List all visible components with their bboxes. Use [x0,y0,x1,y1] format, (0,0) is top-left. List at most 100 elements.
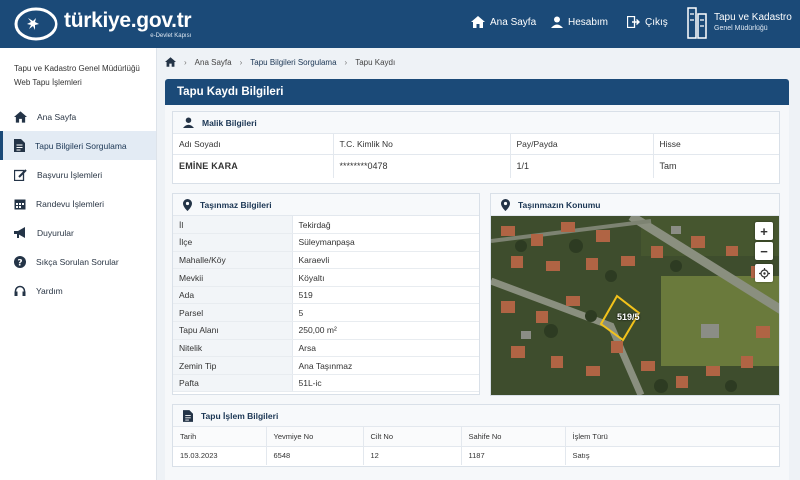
property-value: Süleymanpaşa [292,233,479,252]
breadcrumb-deed-query[interactable]: Tapu Bilgileri Sorgulama [250,58,336,67]
table-row: Zemin Tip Ana Taşınmaz [173,356,479,375]
property-value: Karaevli [292,251,479,270]
brand-title: türkiye.gov.tr [64,8,192,32]
sidebar-item-announcements[interactable]: Duyurular [0,218,156,247]
zoom-out-button[interactable]: − [755,242,773,260]
owner-portion: Tam [659,161,677,172]
property-value: 51L-ic [292,374,479,393]
megaphone-icon [14,226,25,238]
sidebar-item-label: Tapu Bilgileri Sorgulama [35,140,127,151]
satellite-map[interactable]: 519/5 + − [491,216,779,395]
property-value: 519 [292,286,479,305]
crescent-logo-icon [14,6,60,42]
transaction-page-no: 1187 [461,446,566,465]
page-title: Tapu Kaydı Bilgileri [165,79,789,105]
sidebar-item-label: Ana Sayfa [37,111,77,122]
table-row: Mahalle/Köy Karaevli [173,251,479,270]
user-icon [551,16,563,28]
user-icon [183,117,194,128]
location-section-title: Taşınmazın Konumu [518,199,601,210]
tkgm-emblem-icon [687,7,707,39]
owner-panel-header: Malik Bilgileri [173,112,779,134]
table-row: Mevkii Köyaltı [173,268,479,287]
locate-button[interactable] [755,264,773,282]
owner-id: ********0478 [333,154,511,178]
transactions-section-title: Tapu İşlem Bilgileri [201,410,279,421]
transaction-journal-no: 6548 [266,446,364,465]
transaction-date: 15.03.2023 [173,446,267,465]
nav-account-link[interactable]: Hesabım [551,16,608,28]
document-icon [183,409,193,422]
transaction-type: Satış [572,451,590,461]
column-header: Cilt No [363,427,462,447]
sidebar-item-applications[interactable]: Başvuru İşlemleri [0,160,156,189]
table-row: İl Tekirdağ [173,216,479,235]
property-value: Ana Taşınmaz [292,356,479,375]
owner-section-title: Malik Bilgileri [202,117,257,128]
brand-subtitle: e-Devlet Kapısı [150,32,192,39]
property-key: İlçe [173,233,293,252]
property-table: İl Tekirdağ İlçe Süleymanpaşa Mahalle/Köy K… [173,216,479,393]
nav-logout-link[interactable]: Çıkış [627,16,668,28]
breadcrumb-separator: › [184,57,187,67]
zoom-in-button[interactable]: + [755,222,773,240]
sidebar-item-help[interactable]: Yardım [0,276,156,305]
location-panel: Taşınmazın Konumu 519/5 + − [490,193,780,396]
tkgm-subtitle: Genel Müdürlüğü [714,25,768,32]
map-imagery [491,216,779,395]
location-pin-icon [501,198,510,211]
property-panel-header: Taşınmaz Bilgileri [173,194,479,216]
location-pin-icon [183,198,192,211]
home-icon[interactable] [165,57,176,67]
sidebar-item-deed-query[interactable]: Tapu Bilgileri Sorgulama [0,131,156,160]
column-header: Hisse [653,134,779,155]
logout-icon [627,16,640,28]
column-header: Sahife No [461,427,566,447]
document-icon [14,139,25,152]
sidebar: Tapu ve Kadastro Genel Müdürlüğü Web Tap… [0,48,157,480]
home-icon [471,16,485,28]
nav-account-label: Hesabım [568,16,609,28]
column-header: İşlem Türü [565,427,779,447]
table-row: Nitelik Arsa [173,339,479,358]
nav-home-link[interactable]: Ana Sayfa [471,16,536,28]
property-panel: Taşınmaz Bilgileri İl Tekirdağ İlçe Süleym… [172,193,480,395]
breadcrumb: › Ana Sayfa › Tapu Bilgileri Sorgulama ›… [165,57,395,67]
sidebar-item-label: Duyurular [37,227,74,238]
table-row: EMİNE KARA ********0478 1/1 Tam [173,154,779,178]
column-header: T.C. Kimlik No [333,134,511,155]
property-value: Tekirdağ [292,216,479,235]
column-header: Adı Soyadı [173,134,334,155]
property-value: 5 [292,303,479,323]
sidebar-item-label: Yardım [36,285,63,296]
breadcrumb-separator: › [239,57,243,67]
sidebar-heading-line2: Web Tapu İşlemleri [14,78,82,87]
property-key: Mevkii [173,268,293,287]
property-key: Parsel [173,303,293,323]
transaction-volume-no: 12 [363,446,462,465]
sidebar-item-faq[interactable]: ? Sıkça Sorulan Sorular [0,247,156,276]
parcel-label: 519/5 [617,312,640,322]
sidebar-item-home[interactable]: Ana Sayfa [0,102,156,131]
property-key: Tapu Alanı [173,321,293,340]
property-value: Arsa [292,339,479,358]
breadcrumb-current: Tapu Kaydı [355,57,396,67]
property-key: İl [173,216,293,235]
top-header: türkiye.gov.tr e-Devlet Kapısı Ana Sayfa… [0,0,800,48]
table-row: İlçe Süleymanpaşa [173,233,479,252]
breadcrumb-home[interactable]: Ana Sayfa [195,58,232,67]
sidebar-item-label: Başvuru İşlemleri [37,169,103,180]
tkgm-logo: Tapu ve Kadastro Genel Müdürlüğü [686,6,792,40]
table-row: Tapu Alanı 250,00 m² [173,321,479,340]
headset-icon [14,285,26,296]
sidebar-item-appointments[interactable]: Randevu İşlemleri [0,189,156,218]
transactions-panel-header: Tapu İşlem Bilgileri [173,405,779,427]
table-row: 15.03.2023 6548 12 1187 Satış [173,446,779,465]
home-icon [14,110,27,123]
egov-logo[interactable]: türkiye.gov.tr e-Devlet Kapısı [14,6,192,42]
crosshair-icon [758,267,770,279]
property-key: Pafta [173,374,293,393]
table-row: Ada 519 [173,286,479,305]
owner-panel: Malik Bilgileri Adı Soyadı T.C. Kimlik N… [172,111,780,184]
transactions-table: Tarih Yevmiye No Cilt No Sahife No İşlem… [173,427,779,465]
